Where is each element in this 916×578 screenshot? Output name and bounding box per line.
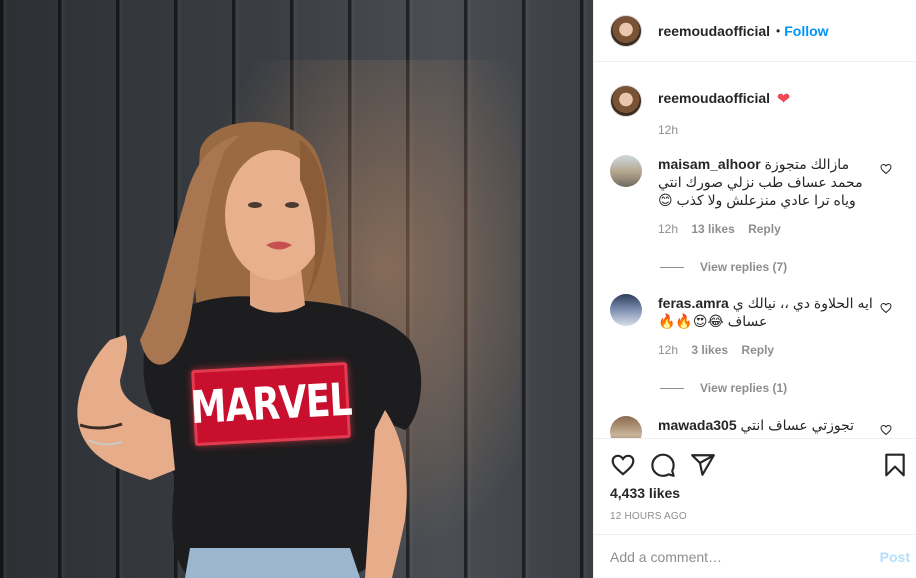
caption-avatar[interactable] xyxy=(610,85,642,117)
view-replies-label: View replies (1) xyxy=(700,381,788,395)
bookmark-icon[interactable] xyxy=(882,452,908,478)
comment-likes[interactable]: 3 likes xyxy=(691,343,728,357)
comment-text: تجوزتي عساف انتي xyxy=(740,417,855,433)
red-heart-emoji: ❤ xyxy=(776,91,791,108)
comment-item: mawada305 تجوزتي عساف انتي xyxy=(610,416,900,438)
add-comment-bar: Post xyxy=(594,534,916,578)
view-replies-button[interactable]: View replies (1) xyxy=(660,381,900,395)
caption-time[interactable]: 12h xyxy=(658,123,678,137)
heart-icon[interactable] xyxy=(610,452,636,478)
reply-button[interactable]: Reply xyxy=(748,222,781,236)
share-icon[interactable] xyxy=(690,452,716,478)
comment-item: maisam_alhoor مازالك متجوزة محمد عساف طب… xyxy=(610,155,900,274)
comment-input[interactable] xyxy=(610,548,880,565)
comment-time[interactable]: 12h xyxy=(658,343,678,357)
post-side-panel: reemoudaofficial • Follow reemoudaoffici… xyxy=(593,0,916,578)
woman-figure xyxy=(77,121,422,578)
replies-divider xyxy=(660,266,684,268)
author-avatar[interactable] xyxy=(610,14,642,47)
post-comment-button[interactable]: Post xyxy=(880,549,910,565)
action-icons-bar xyxy=(594,439,916,491)
replies-divider xyxy=(660,387,684,389)
shirt-logo-text: MARVEL xyxy=(189,374,353,434)
separator-dot: • xyxy=(776,23,781,38)
caption-username[interactable]: reemoudaofficial xyxy=(658,90,770,106)
post-timestamp[interactable]: 12 HOURS AGO xyxy=(594,511,916,522)
author-username[interactable]: reemoudaofficial xyxy=(658,23,770,39)
shirt-logo: MARVEL xyxy=(189,361,353,447)
commenter-avatar[interactable] xyxy=(610,294,642,326)
caption: reemoudaofficial ❤ 12h xyxy=(610,85,900,137)
comments-list[interactable]: reemoudaofficial ❤ 12h maisam_alhoor ماز… xyxy=(594,63,916,438)
comment-time[interactable]: 12h xyxy=(658,222,678,236)
post-photo[interactable]: MARVEL xyxy=(0,0,593,578)
comment-username[interactable]: mawada305 xyxy=(658,417,737,433)
reply-button[interactable]: Reply xyxy=(741,343,774,357)
commenter-avatar[interactable] xyxy=(610,155,642,187)
commenter-avatar[interactable] xyxy=(610,416,642,438)
view-replies-label: View replies (7) xyxy=(700,260,788,274)
comment-username[interactable]: maisam_alhoor xyxy=(658,156,761,172)
comment-heart-icon[interactable] xyxy=(880,163,892,175)
likes-count[interactable]: 4,433 likes xyxy=(594,485,916,501)
comment-icon[interactable] xyxy=(650,452,676,478)
view-replies-button[interactable]: View replies (7) xyxy=(660,260,900,274)
comment-username[interactable]: feras.amra xyxy=(658,295,729,311)
comment-likes[interactable]: 13 likes xyxy=(691,222,734,236)
post-actions: 4,433 likes 12 HOURS AGO xyxy=(594,438,916,522)
post-header: reemoudaofficial • Follow xyxy=(594,0,916,62)
comment-item: feras.amra ايه الحلاوة دي ،، نيالك ي عسا… xyxy=(610,294,900,395)
follow-button[interactable]: Follow xyxy=(784,23,828,39)
comment-heart-icon[interactable] xyxy=(880,302,892,314)
comment-heart-icon[interactable] xyxy=(880,424,892,436)
